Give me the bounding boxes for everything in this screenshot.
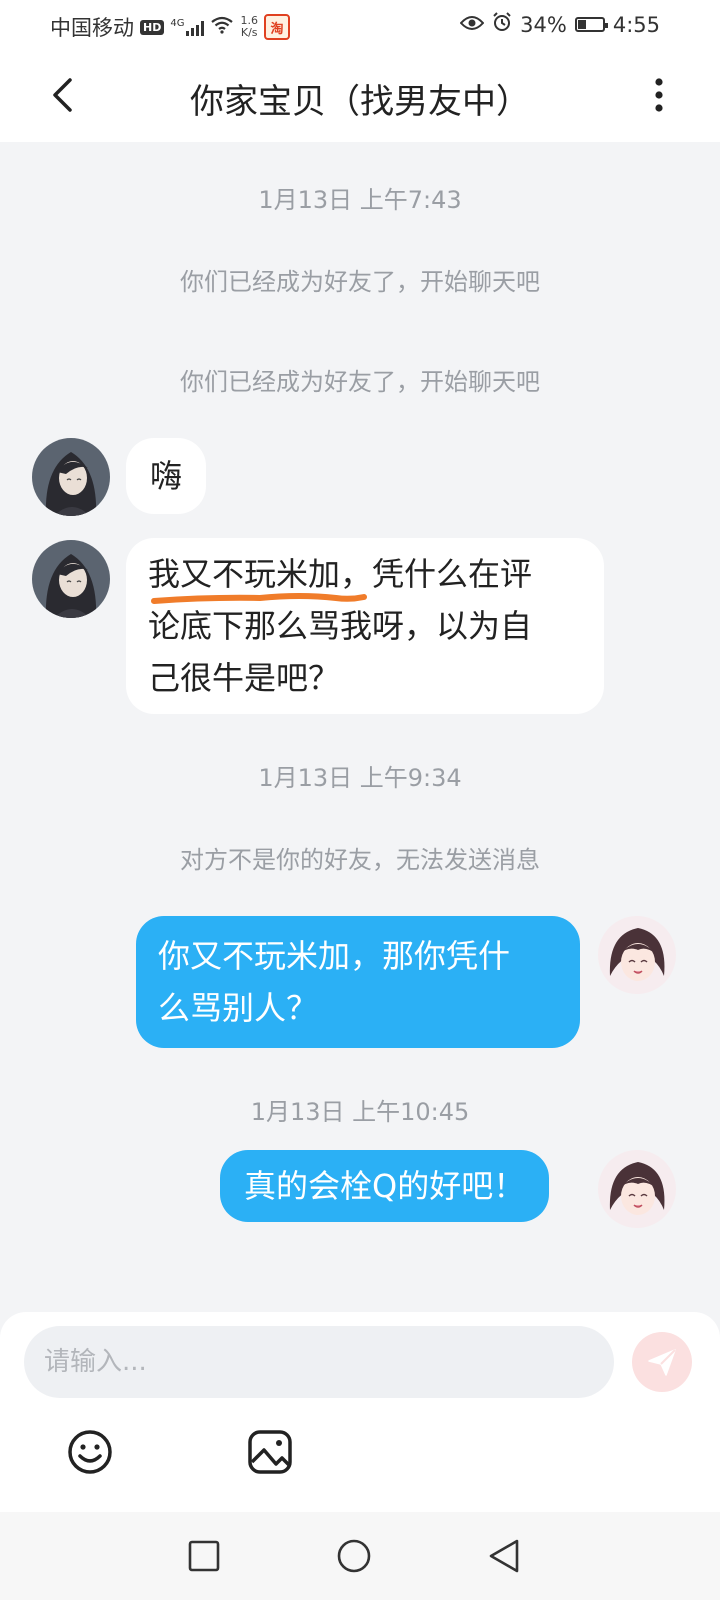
triangle-icon <box>489 1539 519 1573</box>
chat-header: 你家宝贝（找男友中） <box>0 50 720 142</box>
alarm-icon <box>492 12 512 37</box>
send-button[interactable] <box>632 1332 692 1392</box>
square-icon <box>188 1540 220 1572</box>
system-back-button[interactable] <box>480 1532 528 1580</box>
message-bubble-incoming[interactable]: 我又不玩米加，凭什么在评 论底下那么骂我呀，以为自 己很牛是吧？ <box>126 538 604 714</box>
status-left: 中国移动 HD 4G 1.6 K/s 淘 <box>50 12 290 42</box>
contact-avatar-image <box>32 540 110 618</box>
send-icon <box>648 1349 676 1376</box>
emoji-button[interactable] <box>66 1428 114 1476</box>
message-text: 嗨 <box>150 457 183 495</box>
chat-area[interactable]: 1月13日 上午7:43 你们已经成为好友了，开始聊天吧 你们已经成为好友了，开… <box>0 142 720 1312</box>
hd-badge: HD <box>140 19 165 35</box>
timestamp: 1月13日 上午10:45 <box>250 1098 470 1126</box>
clock-time: 4:55 <box>612 12 660 37</box>
contact-avatar[interactable] <box>32 540 110 618</box>
system-message: 对方不是你的好友，无法发送消息 <box>180 846 540 874</box>
message-text: 真的会栓Q的好吧！ <box>244 1167 526 1205</box>
emoji-icon <box>68 1430 112 1474</box>
system-nav-bar <box>0 1512 720 1600</box>
message-text-line: 么骂别人？ <box>158 989 319 1027</box>
recent-apps-button[interactable] <box>180 1532 228 1580</box>
signal-generation: 4G <box>170 18 185 29</box>
message-input[interactable] <box>24 1326 614 1398</box>
network-speed-unit: K/s <box>240 26 258 39</box>
battery-percent: 34% <box>520 12 567 37</box>
status-bar: 中国移动 HD 4G 1.6 K/s 淘 34% 4:55 <box>0 0 720 50</box>
more-options-button[interactable] <box>636 72 682 118</box>
orange-scribble-underline <box>151 593 367 604</box>
image-icon <box>248 1430 292 1474</box>
image-button[interactable] <box>246 1428 294 1476</box>
input-panel <box>0 1312 720 1512</box>
signal-icon: 4G <box>170 18 205 36</box>
taobao-app-icon: 淘 <box>263 14 290 40</box>
user-avatar[interactable] <box>598 916 676 994</box>
message-bubble-outgoing[interactable]: 你又不玩米加，那你凭什 么骂别人？ <box>136 916 580 1048</box>
contact-avatar[interactable] <box>32 438 110 516</box>
circle-icon <box>337 1539 371 1573</box>
carrier-name: 中国移动 <box>50 16 134 40</box>
timestamp: 1月13日 上午7:43 <box>258 186 462 214</box>
page-title: 你家宝贝（找男友中） <box>190 82 530 122</box>
user-avatar[interactable] <box>598 1150 676 1228</box>
eye-icon <box>459 13 485 37</box>
timestamp: 1月13日 上午9:34 <box>258 764 462 792</box>
system-message: 你们已经成为好友了，开始聊天吧 <box>180 268 540 296</box>
contact-avatar-image <box>32 438 110 516</box>
system-message: 你们已经成为好友了，开始聊天吧 <box>180 368 540 396</box>
battery-icon <box>574 17 608 32</box>
message-bubble-incoming[interactable]: 嗨 <box>126 438 207 514</box>
battery-fill <box>577 20 586 29</box>
message-text-line: 你又不玩米加，那你凭什 <box>158 937 511 975</box>
network-speed: 1.6 K/s <box>240 15 258 39</box>
user-avatar-image <box>598 1150 676 1228</box>
user-avatar-image <box>598 916 676 994</box>
message-bubble-outgoing[interactable]: 真的会栓Q的好吧！ <box>220 1150 550 1222</box>
home-button[interactable] <box>330 1532 378 1580</box>
message-text-line: 己很牛是吧？ <box>148 659 341 697</box>
more-vertical-icon <box>655 78 663 112</box>
wifi-icon <box>210 15 234 39</box>
battery-cap <box>604 23 608 28</box>
status-right: 34% 4:55 <box>459 12 660 37</box>
